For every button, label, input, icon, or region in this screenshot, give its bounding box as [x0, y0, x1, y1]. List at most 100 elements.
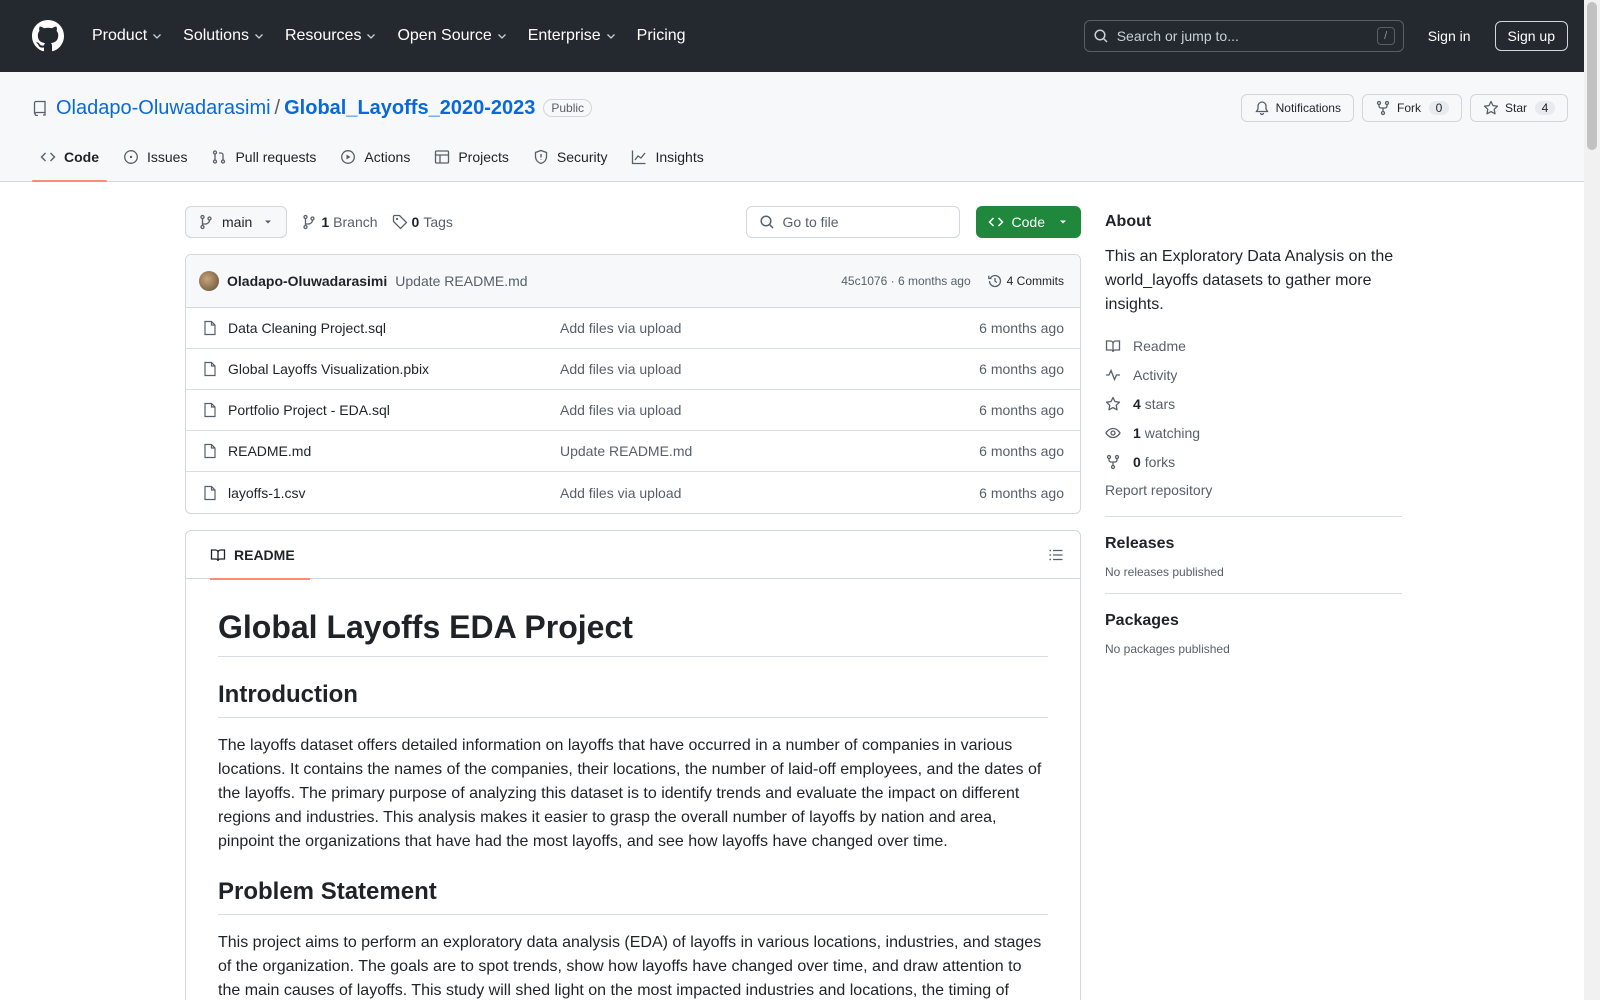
nav-resources[interactable]: Resources [281, 27, 381, 45]
packages-title[interactable]: Packages [1105, 612, 1402, 630]
commit-hash-time[interactable]: 45c1076 · 6 months ago [841, 274, 970, 288]
notifications-button[interactable]: Notifications [1240, 94, 1354, 122]
tab-projects[interactable]: Projects [426, 133, 517, 181]
activity-link[interactable]: Activity [1105, 360, 1402, 389]
sidebar-divider [1105, 593, 1402, 594]
tab-security[interactable]: Security [525, 133, 616, 181]
repo-actions: Notifications Fork 0 Star 4 [1233, 94, 1568, 122]
sign-in-link[interactable]: Sign in [1420, 28, 1479, 44]
branch-icon [200, 214, 212, 230]
file-commit-message[interactable]: Add files via upload [560, 402, 979, 418]
star-button[interactable]: Star 4 [1469, 94, 1568, 122]
commits-history-link[interactable]: 4 Commits [987, 273, 1064, 289]
file-list: Oladapo-Oluwadarasimi Update README.md 4… [185, 254, 1081, 514]
latest-commit-row: Oladapo-Oluwadarasimi Update README.md 4… [186, 255, 1080, 308]
repo-path-separator: / [274, 96, 281, 119]
search-icon [1094, 29, 1108, 43]
code-icon [40, 152, 56, 162]
table-row[interactable]: README.md Update README.md 6 months ago [186, 431, 1080, 472]
file-time: 6 months ago [979, 402, 1064, 418]
repo-name-link[interactable]: Global_Layoffs_2020-2023 [284, 97, 535, 120]
sidebar: About This an Exploratory Data Analysis … [1105, 183, 1402, 656]
triangle-down-icon [1060, 220, 1066, 224]
triangle-down-icon [265, 220, 272, 224]
tab-insights[interactable]: Insights [623, 133, 711, 181]
commits-count: 4 Commits [1006, 274, 1064, 288]
file-name-link[interactable]: README.md [228, 443, 560, 459]
table-row[interactable]: Data Cleaning Project.sql Add files via … [186, 308, 1080, 349]
avatar[interactable] [199, 271, 219, 291]
branch-name: main [222, 214, 253, 230]
nav-open-source[interactable]: Open Source [393, 27, 511, 45]
bell-icon [1254, 101, 1269, 116]
file-name-link[interactable]: layoffs-1.csv [228, 485, 560, 501]
search-shortcut-key: / [1376, 27, 1395, 45]
tab-actions[interactable]: Actions [332, 133, 418, 181]
readme-heading-problem-statement: Problem Statement [218, 878, 1048, 915]
readme-tab-label: README [234, 546, 295, 563]
about-description: This an Exploratory Data Analysis on the… [1105, 248, 1394, 313]
search-icon [759, 215, 774, 229]
forks-link[interactable]: 0 forks [1105, 447, 1402, 476]
nav-pricing[interactable]: Pricing [633, 27, 690, 45]
sign-up-button[interactable]: Sign up [1494, 21, 1568, 51]
star-icon [1105, 396, 1121, 410]
file-time: 6 months ago [979, 320, 1064, 336]
stars-link[interactable]: 4 stars [1105, 389, 1402, 418]
nav-product[interactable]: Product [88, 27, 167, 45]
list-outline-icon[interactable] [1048, 547, 1064, 563]
go-to-file-input[interactable]: Go to file [745, 206, 960, 238]
forks-count: 0 [1133, 453, 1141, 470]
tab-issues[interactable]: Issues [115, 133, 195, 181]
readme-heading-introduction: Introduction [218, 681, 1048, 718]
shield-icon [534, 149, 548, 165]
releases-title[interactable]: Releases [1105, 535, 1402, 553]
tag-count: 0 [411, 214, 420, 230]
branch-label: Branch [333, 214, 378, 230]
readme-tab[interactable]: README [202, 531, 310, 580]
tab-pull-requests[interactable]: Pull requests [203, 133, 324, 181]
report-repository-link[interactable]: Report repository [1105, 478, 1402, 502]
file-commit-message[interactable]: Add files via upload [560, 361, 979, 377]
table-row[interactable]: layoffs-1.csv Add files via upload 6 mon… [186, 472, 1080, 513]
nav-enterprise[interactable]: Enterprise [524, 27, 621, 45]
fork-icon [1106, 454, 1120, 469]
commit-author-link[interactable]: Oladapo-Oluwadarasimi [227, 273, 387, 289]
table-row[interactable]: Global Layoffs Visualization.pbix Add fi… [186, 349, 1080, 390]
nav-solutions[interactable]: Solutions [179, 27, 269, 45]
file-commit-message[interactable]: Update README.md [560, 443, 979, 459]
repo-header: Oladapo-Oluwadarasimi / Global_Layoffs_2… [0, 72, 1600, 182]
table-row[interactable]: Portfolio Project - EDA.sql Add files vi… [186, 390, 1080, 431]
star-label: Star [1504, 101, 1527, 115]
branch-selector-button[interactable]: main [185, 206, 288, 238]
file-commit-message[interactable]: Add files via upload [560, 320, 979, 336]
file-icon [204, 402, 216, 418]
page-scrollbar[interactable] [1584, 0, 1600, 1000]
nav-label: Solutions [183, 27, 249, 44]
file-commit-message[interactable]: Add files via upload [560, 485, 979, 501]
branches-link[interactable]: 1 Branch [301, 214, 378, 230]
search-input[interactable]: Search or jump to... / [1083, 20, 1404, 52]
github-logo-icon[interactable] [32, 20, 64, 52]
file-name-link[interactable]: Global Layoffs Visualization.pbix [228, 361, 560, 377]
readme-header: README [186, 531, 1080, 580]
eye-icon [1105, 427, 1121, 438]
tab-code[interactable]: Code [32, 133, 107, 182]
repo-owner-link[interactable]: Oladapo-Oluwadarasimi [56, 97, 271, 120]
watching-link[interactable]: 1 watching [1105, 418, 1402, 447]
visibility-badge: Public [543, 99, 593, 117]
readme-content: Global Layoffs EDA Project Introduction … [186, 579, 1080, 1000]
scrollbar-thumb[interactable] [1587, 2, 1597, 150]
history-icon [987, 274, 1001, 288]
chevron-down-icon [606, 34, 615, 39]
fork-button[interactable]: Fork 0 [1361, 94, 1462, 122]
tags-link[interactable]: 0 Tags [392, 214, 453, 230]
file-name-link[interactable]: Portfolio Project - EDA.sql [228, 402, 560, 418]
star-icon [1483, 100, 1499, 115]
code-dropdown-button[interactable]: Code [975, 206, 1081, 238]
commit-message-link[interactable]: Update README.md [395, 273, 527, 289]
code-icon [987, 217, 1004, 227]
readme-link[interactable]: Readme [1105, 331, 1402, 360]
file-name-link[interactable]: Data Cleaning Project.sql [228, 320, 560, 336]
chevron-down-icon [497, 34, 506, 39]
